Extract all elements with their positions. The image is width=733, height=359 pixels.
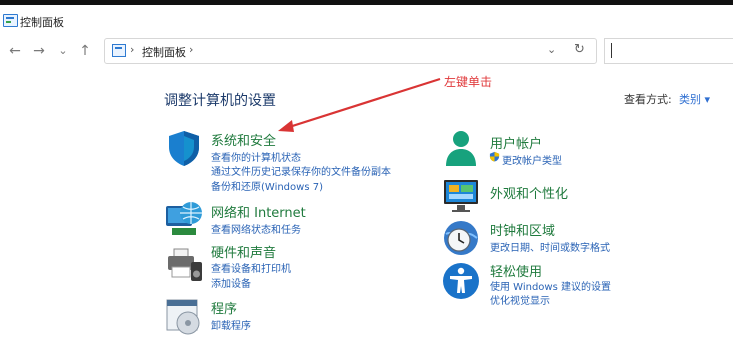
link-uninstall-program[interactable]: 卸载程序	[211, 317, 251, 332]
link-devices-printers[interactable]: 查看设备和打印机	[211, 260, 291, 275]
category-user-accounts[interactable]: 用户帐户	[490, 133, 542, 152]
breadcrumb-separator[interactable]: ›	[189, 43, 193, 56]
back-button[interactable]: ←	[6, 42, 24, 60]
link-add-device[interactable]: 添加设备	[211, 275, 251, 290]
top-edge	[0, 0, 733, 5]
programs-icon[interactable]	[164, 297, 204, 337]
text-cursor	[611, 43, 612, 58]
network-globe-icon[interactable]	[164, 198, 204, 238]
link-backup-restore[interactable]: 备份和还原(Windows 7)	[211, 178, 323, 193]
window-title: 控制面板	[20, 16, 64, 29]
address-dropdown-button[interactable]: ⌄	[547, 43, 556, 56]
category-network-internet[interactable]: 网络和 Internet	[211, 202, 306, 221]
user-account-icon[interactable]	[441, 128, 481, 168]
link-view-computer-status[interactable]: 查看你的计算机状态	[211, 149, 301, 164]
breadcrumb-separator[interactable]: ›	[130, 43, 134, 56]
printer-speaker-icon[interactable]	[164, 245, 204, 285]
category-programs[interactable]: 程序	[211, 298, 237, 317]
category-clock-region[interactable]: 时钟和区域	[490, 220, 555, 239]
uac-shield-icon	[489, 151, 500, 162]
view-by-label: 查看方式:	[624, 93, 672, 106]
breadcrumb-control-panel[interactable]: 控制面板	[142, 44, 186, 60]
recent-locations-button[interactable]: ⌄	[54, 42, 72, 60]
link-windows-recommended-settings[interactable]: 使用 Windows 建议的设置	[490, 278, 611, 293]
forward-button[interactable]: →	[30, 42, 48, 60]
clock-globe-icon[interactable]	[441, 218, 481, 258]
link-change-account-type[interactable]: 更改帐户类型	[502, 152, 562, 167]
control-panel-icon	[3, 14, 18, 27]
appearance-monitor-icon[interactable]	[441, 176, 481, 216]
annotation-arrow	[278, 77, 441, 132]
accessibility-icon[interactable]	[441, 261, 481, 301]
control-panel-icon	[112, 44, 126, 57]
refresh-button[interactable]: ↻	[574, 42, 585, 57]
page-title: 调整计算机的设置	[164, 93, 276, 109]
link-file-history-backup[interactable]: 通过文件历史记录保存你的文件备份副本	[211, 163, 391, 178]
category-appearance-personalization[interactable]: 外观和个性化	[490, 183, 568, 202]
up-button[interactable]: ↑	[76, 42, 94, 60]
category-hardware-sound[interactable]: 硬件和声音	[211, 242, 276, 261]
view-by-dropdown[interactable]: 类别 ▾	[679, 91, 710, 107]
shield-icon[interactable]	[164, 128, 204, 168]
link-network-status[interactable]: 查看网络状态和任务	[211, 221, 301, 236]
title-bar: 控制面板	[0, 6, 733, 29]
category-system-security[interactable]: 系统和安全	[211, 130, 276, 149]
link-optimize-visual-display[interactable]: 优化视觉显示	[490, 292, 550, 307]
annotation-text: 左键单击	[444, 75, 493, 89]
address-bar[interactable]: › 控制面板 › ⌄ ↻	[104, 38, 597, 64]
search-input[interactable]	[604, 38, 733, 64]
link-change-date-time-format[interactable]: 更改日期、时间或数字格式	[490, 239, 610, 254]
